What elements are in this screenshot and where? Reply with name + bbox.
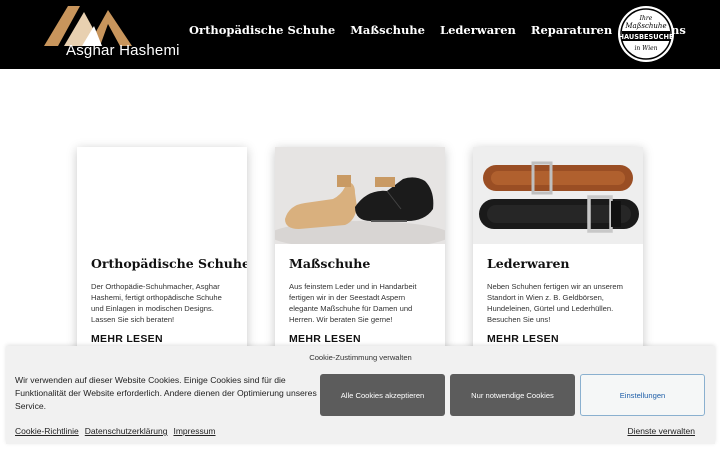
logo[interactable]: Asghar Hashemi [44, 6, 179, 62]
badge-bottom-text: in Wien [634, 45, 657, 52]
necessary-cookies-button[interactable]: Nur notwendige Cookies [450, 374, 575, 416]
accept-all-cookies-button[interactable]: Alle Cookies akzeptieren [320, 374, 445, 416]
cookie-heading: Cookie-Zustimmung verwalten [309, 353, 412, 362]
read-more-link[interactable]: MEHR LESEN [91, 333, 163, 345]
cookie-message: Wir verwenden auf dieser Website Cookies… [15, 375, 317, 411]
nav-item-reparaturen[interactable]: Reparaturen [531, 23, 612, 37]
badge-script-text: Maßschuhe [624, 22, 666, 30]
site-header: Asghar Hashemi Orthopädische Schuhe Maßs… [0, 0, 720, 69]
imprint-link[interactable]: Impressum [173, 426, 215, 436]
nav-item-orthopaedische-schuhe[interactable]: Orthopädische Schuhe [189, 23, 335, 37]
badge-main-text: HAUSBESUCHE [618, 33, 674, 41]
card-title: Orthopädische Schuhe [91, 256, 247, 271]
main-nav: Orthopädische Schuhe Maßschuhe Lederware… [189, 23, 686, 37]
cookie-consent-banner: Cookie-Zustimmung verwalten Wir verwende… [6, 346, 715, 444]
card-orthopaedische-schuhe: Orthopädische Schuhe Der Orthopädie-Schu… [77, 147, 247, 357]
manage-services-link[interactable]: Dienste verwalten [627, 426, 695, 436]
card-title: Maßschuhe [289, 256, 371, 271]
card-text: Der Orthopädie-Schuhmacher, Asghar Hashe… [91, 282, 222, 324]
shoe-lasts-image [275, 147, 445, 244]
card-massschuhe: Maßschuhe Aus feinstem Leder und in Hand… [275, 147, 445, 357]
read-more-link[interactable]: MEHR LESEN [289, 333, 361, 345]
card-text: Neben Schuhen fertigen wir an unserem St… [487, 282, 623, 324]
read-more-link[interactable]: MEHR LESEN [487, 333, 559, 345]
card-title: Lederwaren [487, 256, 570, 271]
card-text: Aus feinstem Leder und in Handarbeit fer… [289, 282, 417, 324]
privacy-policy-link[interactable]: Datenschutzerklärung [85, 426, 168, 436]
cookie-links: Cookie-Richtlinie Datenschutzerklärung I… [15, 426, 216, 436]
card-lederwaren: Lederwaren Neben Schuhen fertigen wir an… [473, 147, 643, 357]
cookie-settings-button[interactable]: Einstellungen [580, 374, 705, 416]
card-image-placeholder [77, 147, 247, 244]
nav-item-lederwaren[interactable]: Lederwaren [440, 23, 516, 37]
nav-item-massschuhe[interactable]: Maßschuhe [350, 23, 425, 37]
badge-top-text: Ihre [639, 15, 653, 22]
leather-belts-image [473, 147, 643, 244]
logo-mark-icon [44, 6, 132, 46]
cookie-policy-link[interactable]: Cookie-Richtlinie [15, 426, 79, 436]
hausbesuche-badge-icon[interactable]: Ihre Maßschuhe HAUSBESUCHE in Wien [617, 5, 675, 63]
logo-text: Asghar Hashemi [66, 42, 180, 59]
